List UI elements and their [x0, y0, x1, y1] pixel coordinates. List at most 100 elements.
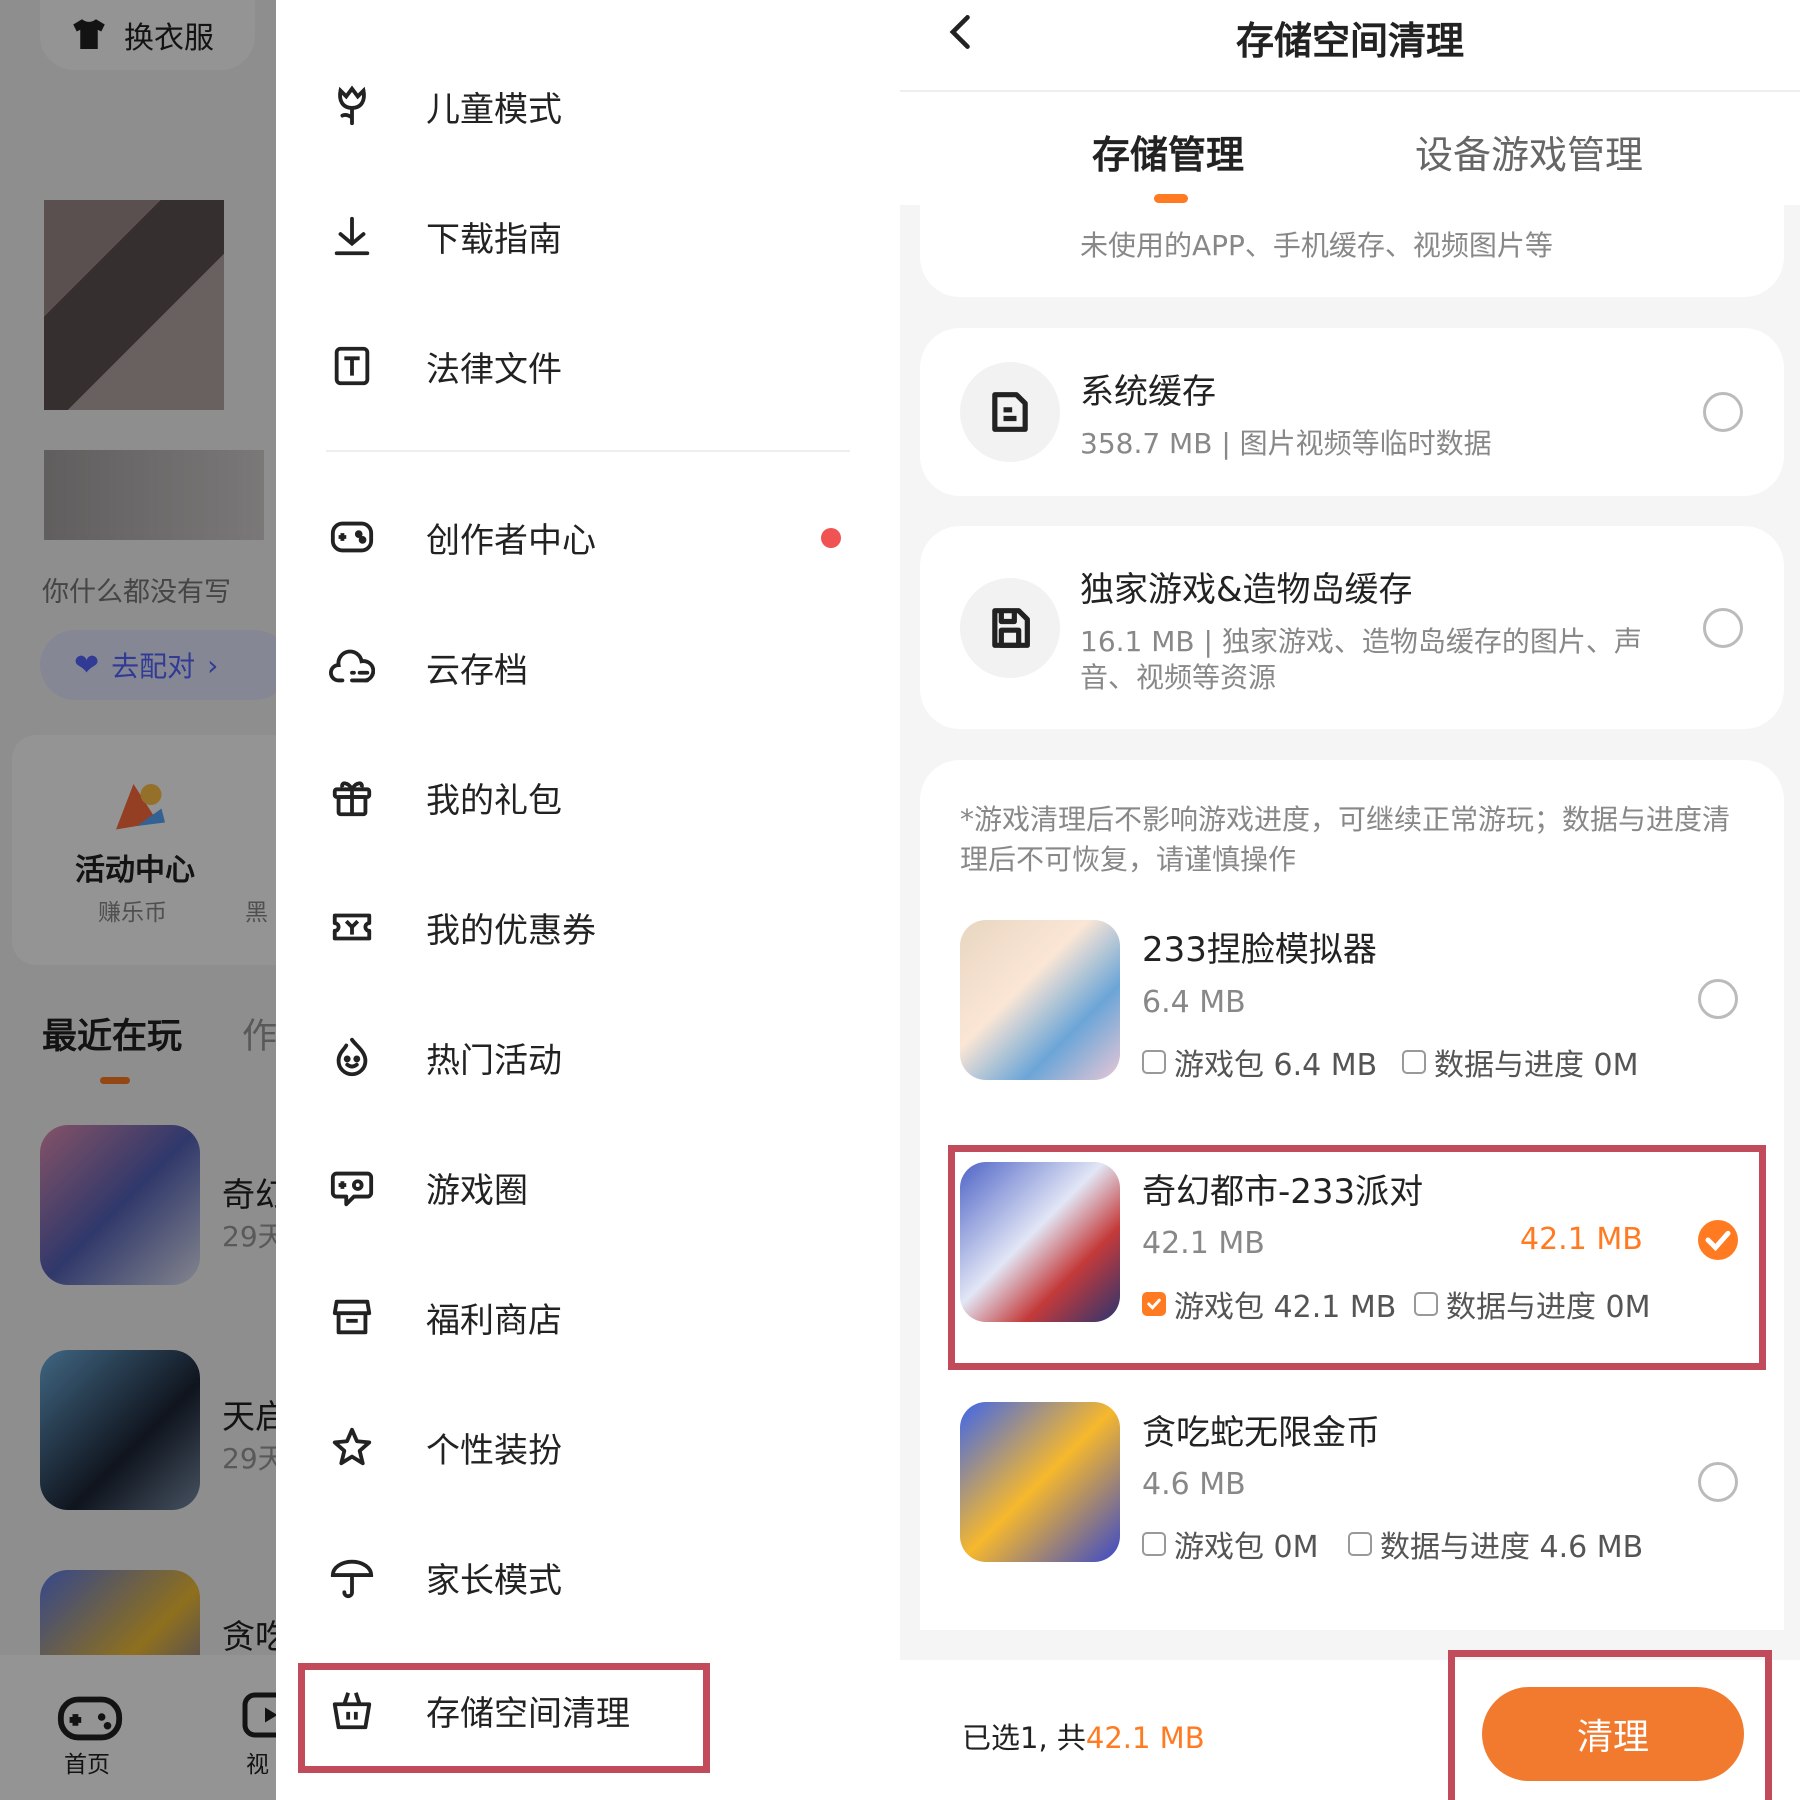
- home-screen-dimmed: 换衣服 你什么都没有写 ❤ 去配对 › 活动中心 赚乐币 黑 最近在玩 作 奇幻…: [0, 0, 276, 1800]
- recent-game-name: 奇幻: [222, 1175, 276, 1214]
- recent-game-icon[interactable]: [40, 1125, 200, 1285]
- menu-item-label: 下载指南: [426, 219, 562, 260]
- game-icon-snake: [960, 1402, 1120, 1562]
- tab-recent-played[interactable]: 最近在玩: [42, 1008, 182, 1059]
- tab-second[interactable]: 作: [242, 1008, 276, 1059]
- menu-item-legal-documents[interactable]: 法律文件: [276, 316, 900, 416]
- coupon-icon: [332, 913, 372, 941]
- video-icon[interactable]: [240, 1685, 276, 1745]
- selection-summary: 已选1, 共42.1 MB: [962, 1715, 1205, 1757]
- download-icon: [334, 216, 370, 256]
- menu-item-download-guide[interactable]: 下载指南: [276, 186, 900, 286]
- document-icon: [992, 392, 1028, 432]
- menu-item-game-circle[interactable]: 游戏圈: [276, 1137, 900, 1237]
- system-cache-desc: 358.7 MB | 图片视频等临时数据: [1080, 427, 1492, 460]
- wardrobe-button[interactable]: 换衣服: [40, 0, 255, 70]
- option-data-progress[interactable]: 数据与进度 0M: [1402, 1040, 1639, 1084]
- menu-item-label: 福利商店: [426, 1300, 562, 1341]
- recent-game-name: 天启: [222, 1397, 276, 1436]
- system-cache-title: 系统缓存: [1080, 372, 1216, 412]
- menu-item-my-coupons[interactable]: 我的优惠券: [276, 877, 900, 977]
- pair-button[interactable]: ❤ 去配对 ›: [40, 630, 276, 700]
- exclusive-cache-desc: 16.1 MB | 独家游戏、造物岛缓存的图片、声音、视频等资源: [1080, 625, 1642, 694]
- menu-item-label: 儿童模式: [426, 89, 562, 130]
- summary-total: 42.1 MB: [1085, 1721, 1205, 1755]
- menu-item-label: 创作者中心: [426, 520, 596, 561]
- menu-item-label: 个性装扮: [426, 1430, 562, 1471]
- menu-item-hot-events[interactable]: 热门活动: [276, 1007, 900, 1107]
- exclusive-cache-icon-bg: [960, 578, 1060, 678]
- pair-button-label: 去配对: [111, 650, 196, 683]
- menu-item-cloud-save[interactable]: 云存档: [276, 617, 900, 717]
- exclusive-cache-title: 独家游戏&造物岛缓存: [1080, 570, 1413, 610]
- nav-video-label: 视: [246, 1752, 269, 1778]
- page-title: 存储空间清理: [1235, 19, 1464, 63]
- game-size: 6.4 MB: [1142, 985, 1246, 1020]
- checkbox[interactable]: [1142, 1050, 1166, 1074]
- header-divider: [900, 90, 1800, 92]
- option-data-progress[interactable]: 数据与进度 4.6 MB: [1348, 1522, 1643, 1566]
- menu-item-welfare-shop[interactable]: 福利商店: [276, 1267, 900, 1367]
- recent-game-time: 29天: [222, 1442, 276, 1475]
- menu-item-label: 热门活动: [426, 1040, 562, 1081]
- app-cache-desc: 未使用的APP、手机缓存、视频图片等: [1080, 229, 1553, 262]
- menu-item-parent-mode[interactable]: 家长模式: [276, 1527, 900, 1627]
- checkbox[interactable]: [1348, 1532, 1372, 1556]
- system-cache-radio[interactable]: [1703, 392, 1743, 432]
- menu-divider: [326, 450, 850, 452]
- highlight-box-clean-button: [1448, 1650, 1772, 1800]
- menu-item-personal-dress-up[interactable]: 个性装扮: [276, 1397, 900, 1497]
- chevron-right-icon: ›: [207, 648, 219, 682]
- exclusive-cache-radio[interactable]: [1703, 608, 1743, 648]
- menu-item-creator-center[interactable]: 创作者中心: [276, 487, 900, 587]
- tab-indicator: [1154, 194, 1188, 203]
- nav-home-label: 首页: [64, 1752, 110, 1778]
- tab-indicator: [100, 1077, 130, 1084]
- gamepad-icon: [330, 521, 374, 553]
- cloud-icon: [329, 649, 375, 683]
- option-game-package[interactable]: 游戏包 0M: [1142, 1522, 1319, 1566]
- activity-center-title: 活动中心: [75, 853, 195, 888]
- menu-item-label: 我的优惠券: [426, 910, 596, 951]
- summary-prefix: 已选1, 共: [962, 1721, 1086, 1755]
- menu-item-kids-mode[interactable]: 儿童模式: [276, 56, 900, 156]
- option-game-package[interactable]: 游戏包 6.4 MB: [1142, 1040, 1377, 1084]
- option-label: 游戏包 0M: [1174, 1530, 1319, 1565]
- game-icon-face-simulator: [960, 920, 1120, 1080]
- cleanup-notice: *游戏清理后不影响游戏进度，可继续正常游玩；数据与进度清理后不可恢复，请谨慎操作: [960, 803, 1731, 876]
- game-radio[interactable]: [1698, 1462, 1738, 1502]
- bottom-nav: [0, 1655, 276, 1800]
- signature-text: 你什么都没有写: [42, 577, 231, 608]
- menu-item-label: 家长模式: [426, 1560, 562, 1601]
- shirt-icon: [73, 19, 105, 49]
- tulip-icon: [338, 85, 366, 126]
- option-label: 数据与进度 0M: [1434, 1048, 1639, 1083]
- heart-icon: ❤: [74, 647, 100, 683]
- recent-game-name: 贪吃: [222, 1617, 276, 1656]
- avatar-pixelated: [44, 200, 224, 410]
- game-radio[interactable]: [1698, 979, 1738, 1019]
- chat-game-icon: [330, 1171, 374, 1207]
- system-cache-icon-bg: [960, 362, 1060, 462]
- option-label: 数据与进度 4.6 MB: [1380, 1530, 1644, 1565]
- tab-device-game-management[interactable]: 设备游戏管理: [1415, 124, 1643, 179]
- activity-center-subtitle-2: 黑: [245, 900, 268, 926]
- option-label: 游戏包 6.4 MB: [1174, 1048, 1378, 1083]
- document-t-icon: [334, 346, 370, 386]
- notification-dot: [821, 528, 841, 548]
- save-disk-icon: [992, 608, 1030, 648]
- gift-icon: [332, 781, 372, 817]
- side-menu: 儿童模式 下载指南 法律文件 创作者中心 云存档 我的礼包 我的优惠券 热门活动…: [276, 0, 900, 1800]
- tab-storage-management[interactable]: 存储管理: [1092, 124, 1244, 179]
- game-name: 贪吃蛇无限金币: [1142, 1413, 1380, 1453]
- username-pixelated: [44, 450, 264, 540]
- activity-center-subtitle: 赚乐币: [98, 900, 167, 926]
- menu-item-my-gifts[interactable]: 我的礼包: [276, 747, 900, 847]
- checkbox[interactable]: [1402, 1050, 1426, 1074]
- recent-game-icon[interactable]: [40, 1350, 200, 1510]
- menu-item-label: 法律文件: [426, 349, 562, 390]
- gamepad-icon[interactable]: [55, 1682, 125, 1752]
- game-size: 4.6 MB: [1142, 1467, 1246, 1502]
- menu-item-label: 我的礼包: [426, 780, 562, 821]
- checkbox[interactable]: [1142, 1532, 1166, 1556]
